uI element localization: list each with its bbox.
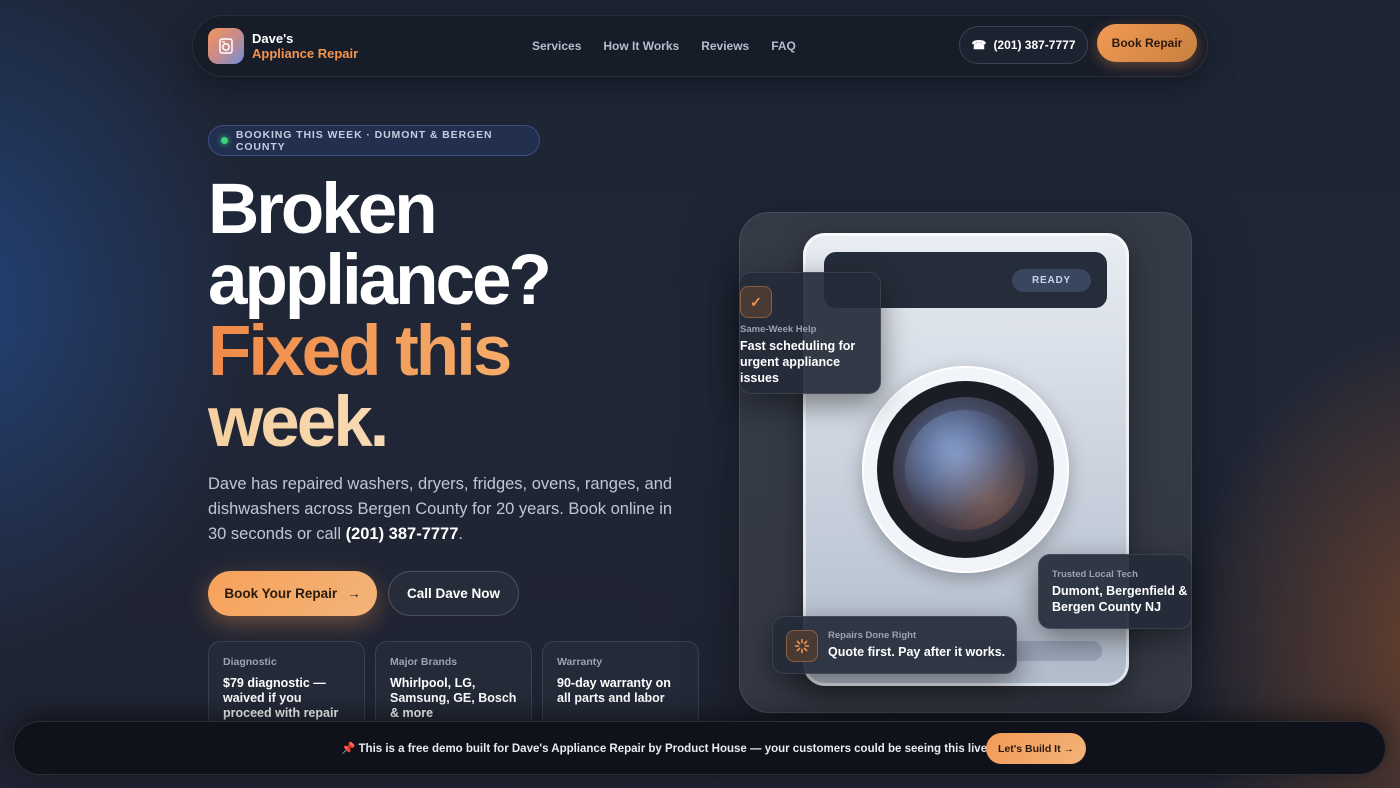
phone-number: (201) 387-7777 xyxy=(993,38,1076,52)
call-dave-button[interactable]: Call Dave Now xyxy=(388,571,519,616)
description-phone: (201) 387-7777 xyxy=(345,525,459,543)
card-text: Repairs Done Right Quote first. Pay afte… xyxy=(828,630,1005,673)
info-card-body: $79 diagnostic — waived if you proceed w… xyxy=(223,676,339,720)
headline-line-2: appliance? xyxy=(208,241,552,320)
headline-line-4: week. xyxy=(208,387,549,458)
info-card-label: Warranty xyxy=(557,656,603,668)
info-card-label: Major Brands xyxy=(390,656,458,668)
card-label: Same-Week Help xyxy=(740,324,817,335)
demo-banner-text: 📌 This is a free demo built for Dave's A… xyxy=(341,743,991,755)
book-your-repair-button[interactable]: Book Your Repair → xyxy=(208,571,377,616)
nav-links: Services How It Works Reviews FAQ xyxy=(532,39,796,53)
washer-glass-reflection xyxy=(905,410,1025,530)
description-end: . xyxy=(458,525,464,543)
book-repair-button[interactable]: Book Repair xyxy=(1097,24,1197,62)
same-week-help-card: ✓ Same-Week Help Fast scheduling for urg… xyxy=(739,272,881,394)
card-body: Fast scheduling for urgent appliance iss… xyxy=(740,339,856,385)
nav-link-reviews[interactable]: Reviews xyxy=(701,39,749,53)
demo-banner: 📌 This is a free demo built for Dave's A… xyxy=(13,721,1386,775)
phone-icon: ☎ xyxy=(971,38,987,52)
booking-status-text: BOOKING THIS WEEK · DUMONT & BERGEN COUN… xyxy=(235,128,493,153)
spinner-icon xyxy=(786,630,818,662)
ready-status-chip: READY xyxy=(1012,269,1091,292)
phone-button[interactable]: ☎ (201) 387-7777 xyxy=(959,26,1088,64)
card-label: Repairs Done Right xyxy=(828,630,917,641)
card-body: Quote first. Pay after it works. xyxy=(828,645,1006,659)
book-your-repair-label: Book Your Repair xyxy=(224,586,338,601)
arrow-right-icon: → xyxy=(347,586,361,601)
nav-link-services[interactable]: Services xyxy=(532,39,581,53)
card-label: Trusted Local Tech xyxy=(1052,569,1138,580)
hero-headline: Broken appliance? Fixed this week. xyxy=(208,170,552,458)
nav-link-how-it-works[interactable]: How It Works xyxy=(603,39,679,53)
headline-line-3: Fixed this xyxy=(208,316,549,387)
washing-machine-icon[interactable] xyxy=(208,28,244,64)
brand-logo-text[interactable]: Dave's Appliance Repair xyxy=(252,31,358,61)
card-body-line1: Dumont, Bergenfield & xyxy=(1052,584,1188,598)
trusted-local-tech-card: Trusted Local Tech Dumont, Bergenfield &… xyxy=(1038,554,1192,629)
info-card-body: Whirlpool, LG, Samsung, GE, Bosch & more xyxy=(390,676,517,720)
headline-line-1: Broken xyxy=(208,170,438,249)
info-card-body: 90-day warranty on all parts and labor xyxy=(557,676,671,705)
lets-build-it-button[interactable]: Let's Build It → xyxy=(986,733,1086,764)
hero-description: Dave has repaired washers, dryers, fridg… xyxy=(208,472,690,547)
repairs-done-right-card: Repairs Done Right Quote first. Pay afte… xyxy=(772,616,1017,674)
card-body-line2: Bergen County NJ xyxy=(1052,600,1162,614)
check-icon: ✓ xyxy=(740,286,772,318)
booking-status-badge: BOOKING THIS WEEK · DUMONT & BERGEN COUN… xyxy=(208,125,540,156)
top-navbar: Dave's Appliance Repair Services How It … xyxy=(192,15,1208,77)
brand-name-line2: Appliance Repair xyxy=(252,46,359,61)
nav-link-faq[interactable]: FAQ xyxy=(771,39,796,53)
brand-name-line1: Dave's xyxy=(252,31,294,46)
info-card-label: Diagnostic xyxy=(223,656,277,668)
status-dot-icon xyxy=(221,137,228,144)
